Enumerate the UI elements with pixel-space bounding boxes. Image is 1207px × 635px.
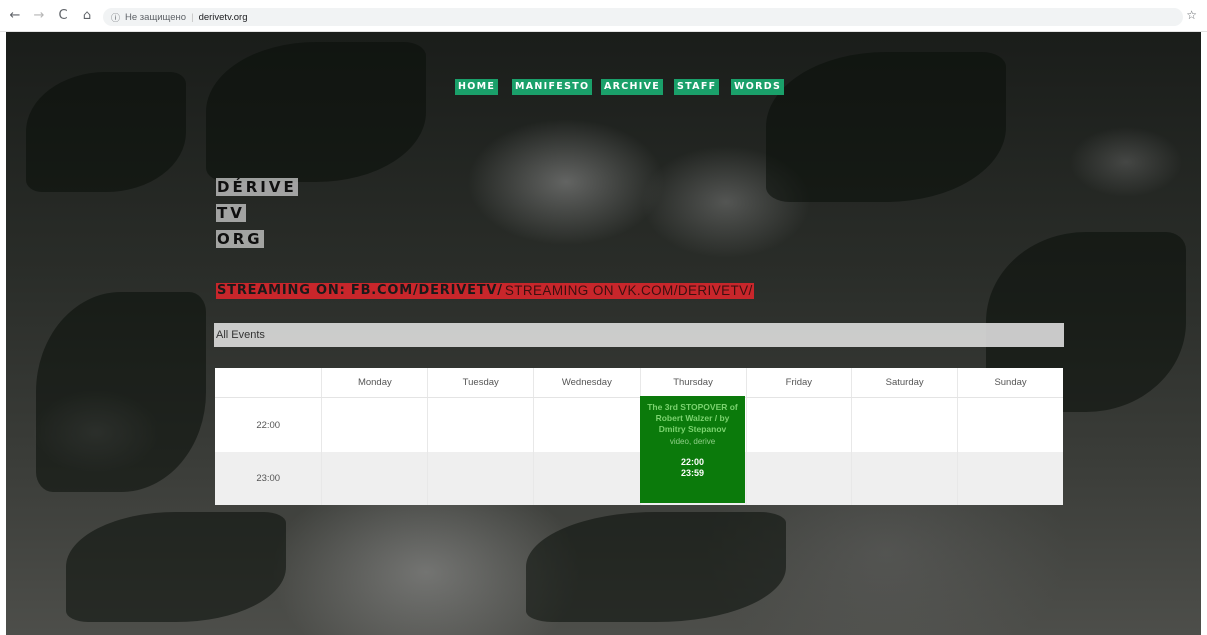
foliage-shape (36, 292, 206, 492)
schedule-cell (851, 397, 959, 452)
reload-icon[interactable]: C (54, 7, 72, 25)
day-header: Sunday (957, 368, 1063, 398)
schedule-cell (957, 452, 1063, 505)
menu-manifesto[interactable]: MANIFESTO (512, 79, 593, 95)
logo-line-tv: TV (216, 204, 246, 222)
url-text[interactable]: derivetv.org (199, 12, 248, 23)
time-column-header (215, 368, 323, 398)
url-separator: | (191, 11, 194, 23)
address-bar[interactable]: ⓘ Не защищено | derivetv.org (103, 8, 1183, 26)
browser-toolbar: ← → C ⌂ ⓘ Не защищено | derivetv.org ☆ (0, 0, 1207, 32)
foliage-shape (526, 512, 786, 622)
events-filter-label: All Events (216, 329, 265, 341)
day-header: Friday (746, 368, 853, 398)
schedule-cell (746, 452, 853, 505)
event-block[interactable]: The 3rd STOPOVER of Robert Walzer / by D… (640, 396, 745, 503)
schedule-cell (533, 452, 641, 505)
schedule-cell (957, 397, 1063, 452)
schedule-cell (533, 397, 641, 452)
schedule-cell (427, 397, 535, 452)
events-filter-bar[interactable]: All Events (214, 323, 1064, 347)
back-icon[interactable]: ← (6, 7, 24, 25)
logo-line-derive: DÉRIVE (216, 178, 298, 196)
streaming-banner: STREAMING ON: FB.COM/DERIVETV/ STREAMING… (216, 283, 754, 299)
logo-line-org: ORG (216, 230, 264, 248)
event-title[interactable]: The 3rd STOPOVER of Robert Walzer / by D… (640, 402, 745, 435)
day-header: Thursday (640, 368, 747, 398)
table-row: 23:00 (215, 452, 1063, 505)
time-slot-label: 22:00 (215, 397, 323, 452)
schedule-header-row: Monday Tuesday Wednesday Thursday Friday… (215, 368, 1063, 398)
foliage-shape (206, 42, 426, 182)
foliage-shape (26, 72, 186, 192)
streaming-vk-link[interactable]: STREAMING ON VK.COM/DERIVETV/ (503, 283, 754, 299)
menu-staff[interactable]: STAFF (674, 79, 720, 95)
event-tags: video, derive (669, 437, 716, 446)
schedule-cell (427, 452, 535, 505)
event-times: 22:00 23:59 (640, 457, 745, 479)
event-end-time: 23:59 (680, 468, 705, 478)
menu-home[interactable]: HOME (455, 79, 499, 95)
menu-words[interactable]: WORDS (731, 79, 785, 95)
schedule-cell (321, 452, 429, 505)
forward-icon[interactable]: → (30, 7, 48, 25)
streaming-fb-link[interactable]: STREAMING ON: FB.COM/DERIVETV/ (216, 283, 504, 299)
schedule-cell (321, 397, 429, 452)
foliage-shape (66, 512, 286, 622)
home-icon[interactable]: ⌂ (78, 7, 96, 25)
day-header: Tuesday (427, 368, 535, 398)
day-header: Saturday (851, 368, 959, 398)
time-slot-label: 23:00 (215, 452, 323, 505)
table-row: 22:00 (215, 397, 1063, 452)
schedule-cell (851, 452, 959, 505)
day-header: Monday (321, 368, 429, 398)
foliage-shape (766, 52, 1006, 202)
site-logo[interactable]: DÉRIVE TV ORG (216, 178, 298, 256)
security-label: Не защищено (125, 11, 187, 23)
menu-archive[interactable]: ARCHIVE (601, 79, 664, 95)
info-icon[interactable]: ⓘ (111, 11, 120, 24)
weekly-schedule-table: Monday Tuesday Wednesday Thursday Friday… (215, 368, 1063, 505)
schedule-cell (746, 397, 853, 452)
bookmark-star-icon[interactable]: ☆ (1186, 8, 1197, 22)
day-header: Wednesday (533, 368, 641, 398)
event-start-time: 22:00 (680, 457, 705, 467)
